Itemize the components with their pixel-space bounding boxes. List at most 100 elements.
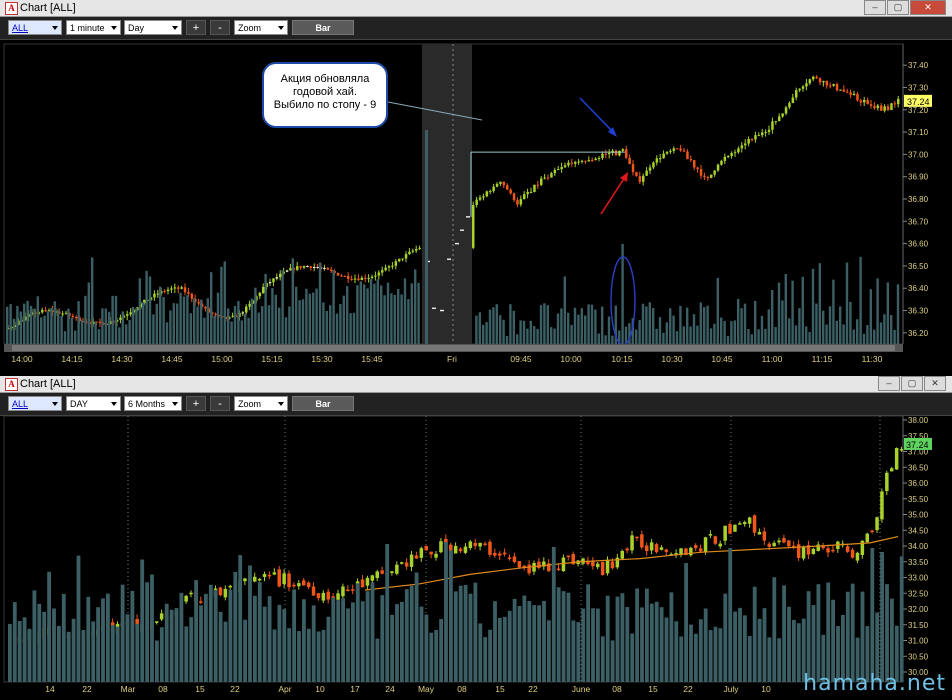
volume-bar bbox=[84, 295, 87, 344]
volume-bar bbox=[533, 326, 536, 344]
intraday-chart[interactable]: 37.40 37.30 37.20 37.10 37.00 36.90 36.80 36.70… bbox=[0, 40, 952, 372]
volume-bar bbox=[94, 322, 97, 344]
candle-body bbox=[795, 90, 798, 98]
candle-body bbox=[791, 97, 795, 104]
volume-bar bbox=[577, 314, 580, 344]
interval-select[interactable]: 1 minute bbox=[66, 20, 121, 35]
candle-body bbox=[630, 535, 634, 551]
candle-body bbox=[649, 542, 654, 551]
date-axis-label: May bbox=[418, 684, 435, 694]
volume-bar bbox=[36, 296, 39, 344]
candle-body bbox=[618, 150, 621, 156]
volume-bar bbox=[351, 602, 355, 682]
candle-body bbox=[424, 545, 428, 551]
candle-body bbox=[537, 561, 541, 569]
volume-bar bbox=[860, 591, 865, 682]
candle-body bbox=[662, 153, 665, 159]
symbol-select[interactable]: ALL bbox=[8, 396, 62, 411]
volume-bar bbox=[499, 315, 502, 344]
candle-body bbox=[292, 584, 296, 587]
candle-body bbox=[156, 293, 160, 295]
bottom-title-bar[interactable]: A Chart [ALL] – ▢ ✕ bbox=[0, 376, 952, 393]
chevron-down-icon bbox=[278, 402, 284, 406]
candle-body bbox=[876, 105, 880, 109]
volume-bar bbox=[140, 559, 145, 682]
volume-bar bbox=[733, 320, 736, 344]
candle-body bbox=[519, 199, 523, 205]
volume-bar bbox=[815, 303, 818, 344]
volume-bar bbox=[271, 288, 274, 344]
volume-bar bbox=[641, 303, 645, 344]
volume-bar bbox=[522, 595, 527, 682]
zoom-select[interactable]: Zoom bbox=[234, 396, 288, 411]
candle-body bbox=[771, 121, 774, 130]
candle-body bbox=[177, 287, 180, 289]
volume-bar bbox=[752, 586, 757, 682]
range-select[interactable]: 6 Months bbox=[124, 396, 182, 411]
volume-bar bbox=[811, 268, 815, 344]
maximize-button[interactable]: ▢ bbox=[901, 376, 923, 391]
candle-body bbox=[767, 543, 771, 547]
volume-bar bbox=[682, 326, 685, 344]
volume-bar bbox=[425, 130, 428, 344]
bar-type-button[interactable]: Bar bbox=[292, 396, 354, 411]
volume-bar bbox=[52, 608, 56, 682]
top-title-bar[interactable]: A Chart [ALL] – ▢ ✕ bbox=[0, 0, 952, 17]
volume-bar bbox=[835, 320, 838, 344]
volume-bar bbox=[424, 614, 429, 682]
time-axis-label: 10:30 bbox=[661, 354, 683, 364]
minimize-button[interactable]: – bbox=[864, 0, 886, 15]
volume-bar bbox=[529, 320, 532, 344]
volume-bar bbox=[738, 607, 742, 682]
zoom-out-button[interactable]: - bbox=[210, 20, 230, 35]
candle-body bbox=[597, 158, 601, 160]
volume-bar bbox=[488, 629, 492, 682]
symbol-select[interactable]: ALL bbox=[8, 20, 62, 35]
volume-bar bbox=[483, 637, 488, 682]
volume-bar bbox=[291, 258, 294, 344]
candle-body bbox=[482, 196, 485, 198]
volume-bar bbox=[539, 305, 543, 344]
volume-bar bbox=[196, 306, 199, 344]
volume-bar bbox=[42, 611, 47, 682]
volume-bar bbox=[250, 298, 254, 344]
volume-bar bbox=[743, 303, 747, 344]
minimize-button[interactable]: – bbox=[878, 376, 900, 391]
zoom-out-button[interactable]: - bbox=[210, 396, 230, 411]
close-button[interactable]: ✕ bbox=[924, 376, 946, 391]
date-axis-label: 15 bbox=[648, 684, 658, 694]
volume-bar bbox=[287, 628, 292, 682]
candle-body bbox=[408, 251, 411, 255]
volume-bar bbox=[754, 301, 757, 344]
daily-chart[interactable]: 38.0037.5037.0036.5036.0035.5035.0034.50… bbox=[0, 416, 952, 700]
candle-body bbox=[483, 543, 487, 545]
candle-body bbox=[285, 270, 289, 272]
volume-bar bbox=[475, 315, 478, 344]
candle-body bbox=[512, 193, 516, 201]
top-toolbar: ALL 1 minute Day + - Zoom Bar bbox=[0, 17, 952, 40]
zoom-in-button[interactable]: + bbox=[186, 396, 206, 411]
volume-bar bbox=[311, 605, 316, 682]
volume-bar bbox=[449, 550, 453, 682]
candle-body bbox=[600, 561, 605, 576]
volume-bar bbox=[796, 623, 801, 682]
zoom-in-button[interactable]: + bbox=[186, 20, 206, 35]
candle-body bbox=[297, 583, 301, 587]
price-tick-label: 31.50 bbox=[908, 621, 929, 630]
candle-body bbox=[686, 151, 689, 160]
candle-body bbox=[826, 548, 830, 553]
price-tick-label: 37.10 bbox=[908, 128, 929, 137]
close-button[interactable]: ✕ bbox=[910, 0, 946, 15]
candle-body bbox=[767, 129, 771, 132]
range-select[interactable]: Day bbox=[124, 20, 182, 35]
interval-select[interactable]: DAY bbox=[66, 396, 121, 411]
volume-bar bbox=[672, 315, 675, 344]
volume-bar bbox=[526, 328, 529, 344]
bar-type-button[interactable]: Bar bbox=[292, 20, 354, 35]
maximize-button[interactable]: ▢ bbox=[887, 0, 909, 15]
zoom-select[interactable]: Zoom bbox=[234, 20, 288, 35]
volume-bar bbox=[409, 585, 414, 682]
volume-bar bbox=[142, 302, 145, 344]
candle-body bbox=[475, 199, 478, 206]
candle-body bbox=[859, 100, 863, 103]
